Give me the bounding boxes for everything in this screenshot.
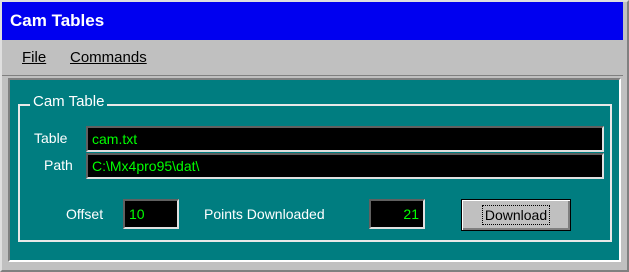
menu-file-label: File	[22, 49, 47, 66]
path-label: Path	[44, 157, 73, 173]
menu-file[interactable]: File	[22, 40, 46, 76]
table-label: Table	[34, 130, 68, 146]
download-button-label: Download	[481, 205, 551, 225]
points-downloaded-label: Points Downloaded	[204, 206, 325, 222]
table-field[interactable]: cam.txt	[86, 126, 604, 152]
download-button[interactable]: Download	[461, 199, 571, 231]
title-bar: Cam Tables	[2, 2, 623, 40]
menu-bar: File Commands	[2, 40, 623, 76]
menu-commands[interactable]: Commands	[70, 40, 147, 76]
points-downloaded-field: 21	[369, 199, 425, 229]
path-field[interactable]: C:\Mx4pro95\dat\	[86, 153, 604, 179]
menu-commands-label: Commands	[70, 49, 147, 66]
offset-label: Offset	[66, 206, 104, 222]
group-title: Cam Table	[30, 92, 108, 112]
offset-field[interactable]: 10	[123, 199, 179, 229]
window-title: Cam Tables	[10, 11, 105, 30]
